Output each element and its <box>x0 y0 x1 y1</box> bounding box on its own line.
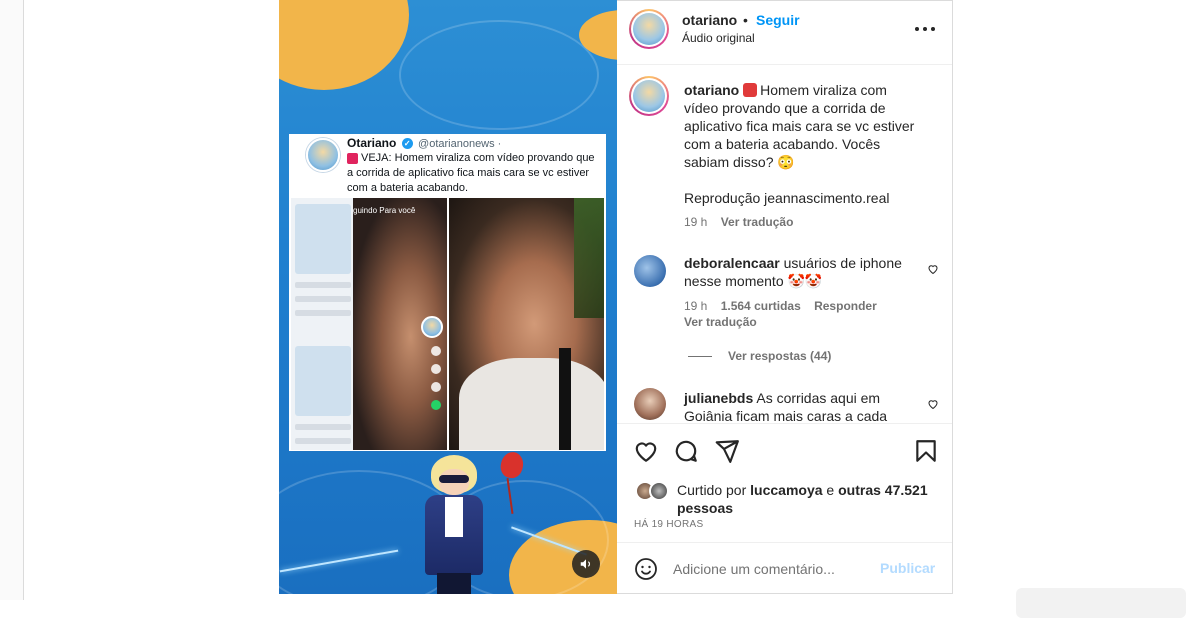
tweet-text-block: VEJA: Homem viraliza com vídeo provando … <box>347 151 597 196</box>
caption-username[interactable]: otariano <box>684 82 739 98</box>
separator-dot: • <box>743 12 748 28</box>
tweet-avatar <box>306 138 340 172</box>
avatar[interactable] <box>629 76 669 116</box>
comment-input[interactable] <box>673 559 873 579</box>
post-header: otariano • Seguir Áudio original <box>617 1 952 65</box>
replies-divider <box>688 356 712 357</box>
post-details-panel: otariano • Seguir Áudio original otarian… <box>617 0 953 594</box>
translate-button[interactable]: Ver tradução <box>684 315 757 329</box>
likes-user[interactable]: luccamoya <box>750 482 822 498</box>
ride-app-screenshot <box>291 198 355 450</box>
verified-icon: ✓ <box>401 138 413 150</box>
map-thumbnail <box>295 346 351 416</box>
add-comment-bar: Publicar <box>617 542 952 594</box>
follow-button[interactable]: Seguir <box>756 12 800 28</box>
emoji-icon[interactable] <box>634 557 658 581</box>
post-actions: Curtido por luccamoya e outras 47.521 pe… <box>617 423 952 541</box>
reply-button[interactable]: Responder <box>814 299 877 313</box>
tweet-header: Otariano ✓ @otarianonews · <box>347 136 501 150</box>
page-left-gutter <box>0 0 24 600</box>
liked-by-avatars <box>635 481 673 501</box>
heart-icon[interactable] <box>927 263 939 275</box>
siren-icon <box>347 152 358 164</box>
mascot-legs <box>437 573 471 594</box>
mascot-mask <box>439 475 469 483</box>
tweet-video-right <box>449 198 604 450</box>
caption-text-block: otariano Homem viraliza com vídeo provan… <box>684 81 924 171</box>
caption-credit: Reprodução jeannascimento.real <box>684 190 890 206</box>
siren-icon <box>743 83 758 97</box>
publish-button[interactable]: Publicar <box>880 560 935 576</box>
creator-avatar <box>421 316 443 338</box>
post-media[interactable]: Otariano ✓ @otarianonews · VEJA: Homem v… <box>279 0 617 594</box>
ride-option <box>295 310 351 316</box>
post-timestamp[interactable]: HÁ 19 HORAS <box>634 519 703 530</box>
comment-text-block: julianebds As corridas aqui em Goiânia f… <box>684 389 919 423</box>
tweet-video-left: guindo Para você <box>291 198 447 450</box>
comment-icon[interactable] <box>673 438 699 464</box>
video-topbar: guindo Para você <box>353 206 416 215</box>
comment-translate-row: Ver tradução <box>684 315 767 329</box>
ride-option <box>295 296 351 302</box>
tweet-handle: @otarianonews · <box>418 138 502 150</box>
ride-option <box>295 438 351 444</box>
caption-meta: 19 h Ver tradução <box>684 215 803 229</box>
caption-time[interactable]: 19 h <box>684 215 707 229</box>
heart-icon[interactable] <box>633 438 659 464</box>
volume-icon-glyph <box>580 559 591 569</box>
whatsapp-icon <box>431 400 441 410</box>
comment-text-block: deboralencaar usuários de iphone nesse m… <box>684 254 919 290</box>
volume-icon[interactable] <box>572 550 600 578</box>
heart-icon[interactable] <box>927 398 939 410</box>
avatar[interactable] <box>629 9 669 49</box>
comment-username[interactable]: julianebds <box>684 390 753 406</box>
view-replies-button[interactable]: Ver respostas (44) <box>728 349 831 363</box>
tweet-text: VEJA: Homem viraliza com vídeo provando … <box>347 152 595 194</box>
comment-time[interactable]: 19 h <box>684 299 707 313</box>
comments-list[interactable]: otariano Homem viraliza com vídeo provan… <box>617 65 952 423</box>
mascot-illustration <box>419 455 499 594</box>
comment-icon <box>431 364 441 374</box>
map-thumbnail <box>295 204 351 274</box>
bag-strap <box>559 348 571 450</box>
share-icon[interactable] <box>714 438 740 464</box>
decor-blob <box>279 0 409 90</box>
video-side-actions <box>421 316 445 410</box>
like-icon <box>431 346 441 356</box>
likes-prefix: Curtido por <box>677 482 747 498</box>
avatar[interactable] <box>634 388 666 420</box>
tweet-name: Otariano <box>347 136 397 150</box>
bookmark-icon[interactable] <box>913 438 939 464</box>
video-person-shirt <box>459 358 604 450</box>
tweet-screenshot: Otariano ✓ @otarianonews · VEJA: Homem v… <box>289 134 606 451</box>
comment-likes[interactable]: 1.564 curtidas <box>721 299 801 313</box>
translate-button[interactable]: Ver tradução <box>721 215 794 229</box>
likes-middle: e <box>826 482 835 498</box>
ride-option <box>295 282 351 288</box>
background-foliage <box>574 198 604 318</box>
balloon <box>498 449 526 481</box>
likes-summary: Curtido por luccamoya e outras 47.521 pe… <box>677 481 942 517</box>
comment-meta: 19 h 1.564 curtidas Responder <box>684 299 887 313</box>
comment-username[interactable]: deboralencaar <box>684 255 780 271</box>
more-icon[interactable] <box>915 19 935 39</box>
avatar[interactable] <box>649 481 669 501</box>
save-icon <box>431 382 441 392</box>
mascot-shirt <box>445 497 463 537</box>
decor-swirl <box>399 20 599 130</box>
post-username[interactable]: otariano <box>682 12 737 28</box>
background-card <box>1016 588 1186 618</box>
audio-label[interactable]: Áudio original <box>682 31 755 45</box>
ride-option <box>295 424 351 430</box>
avatar[interactable] <box>634 255 666 287</box>
